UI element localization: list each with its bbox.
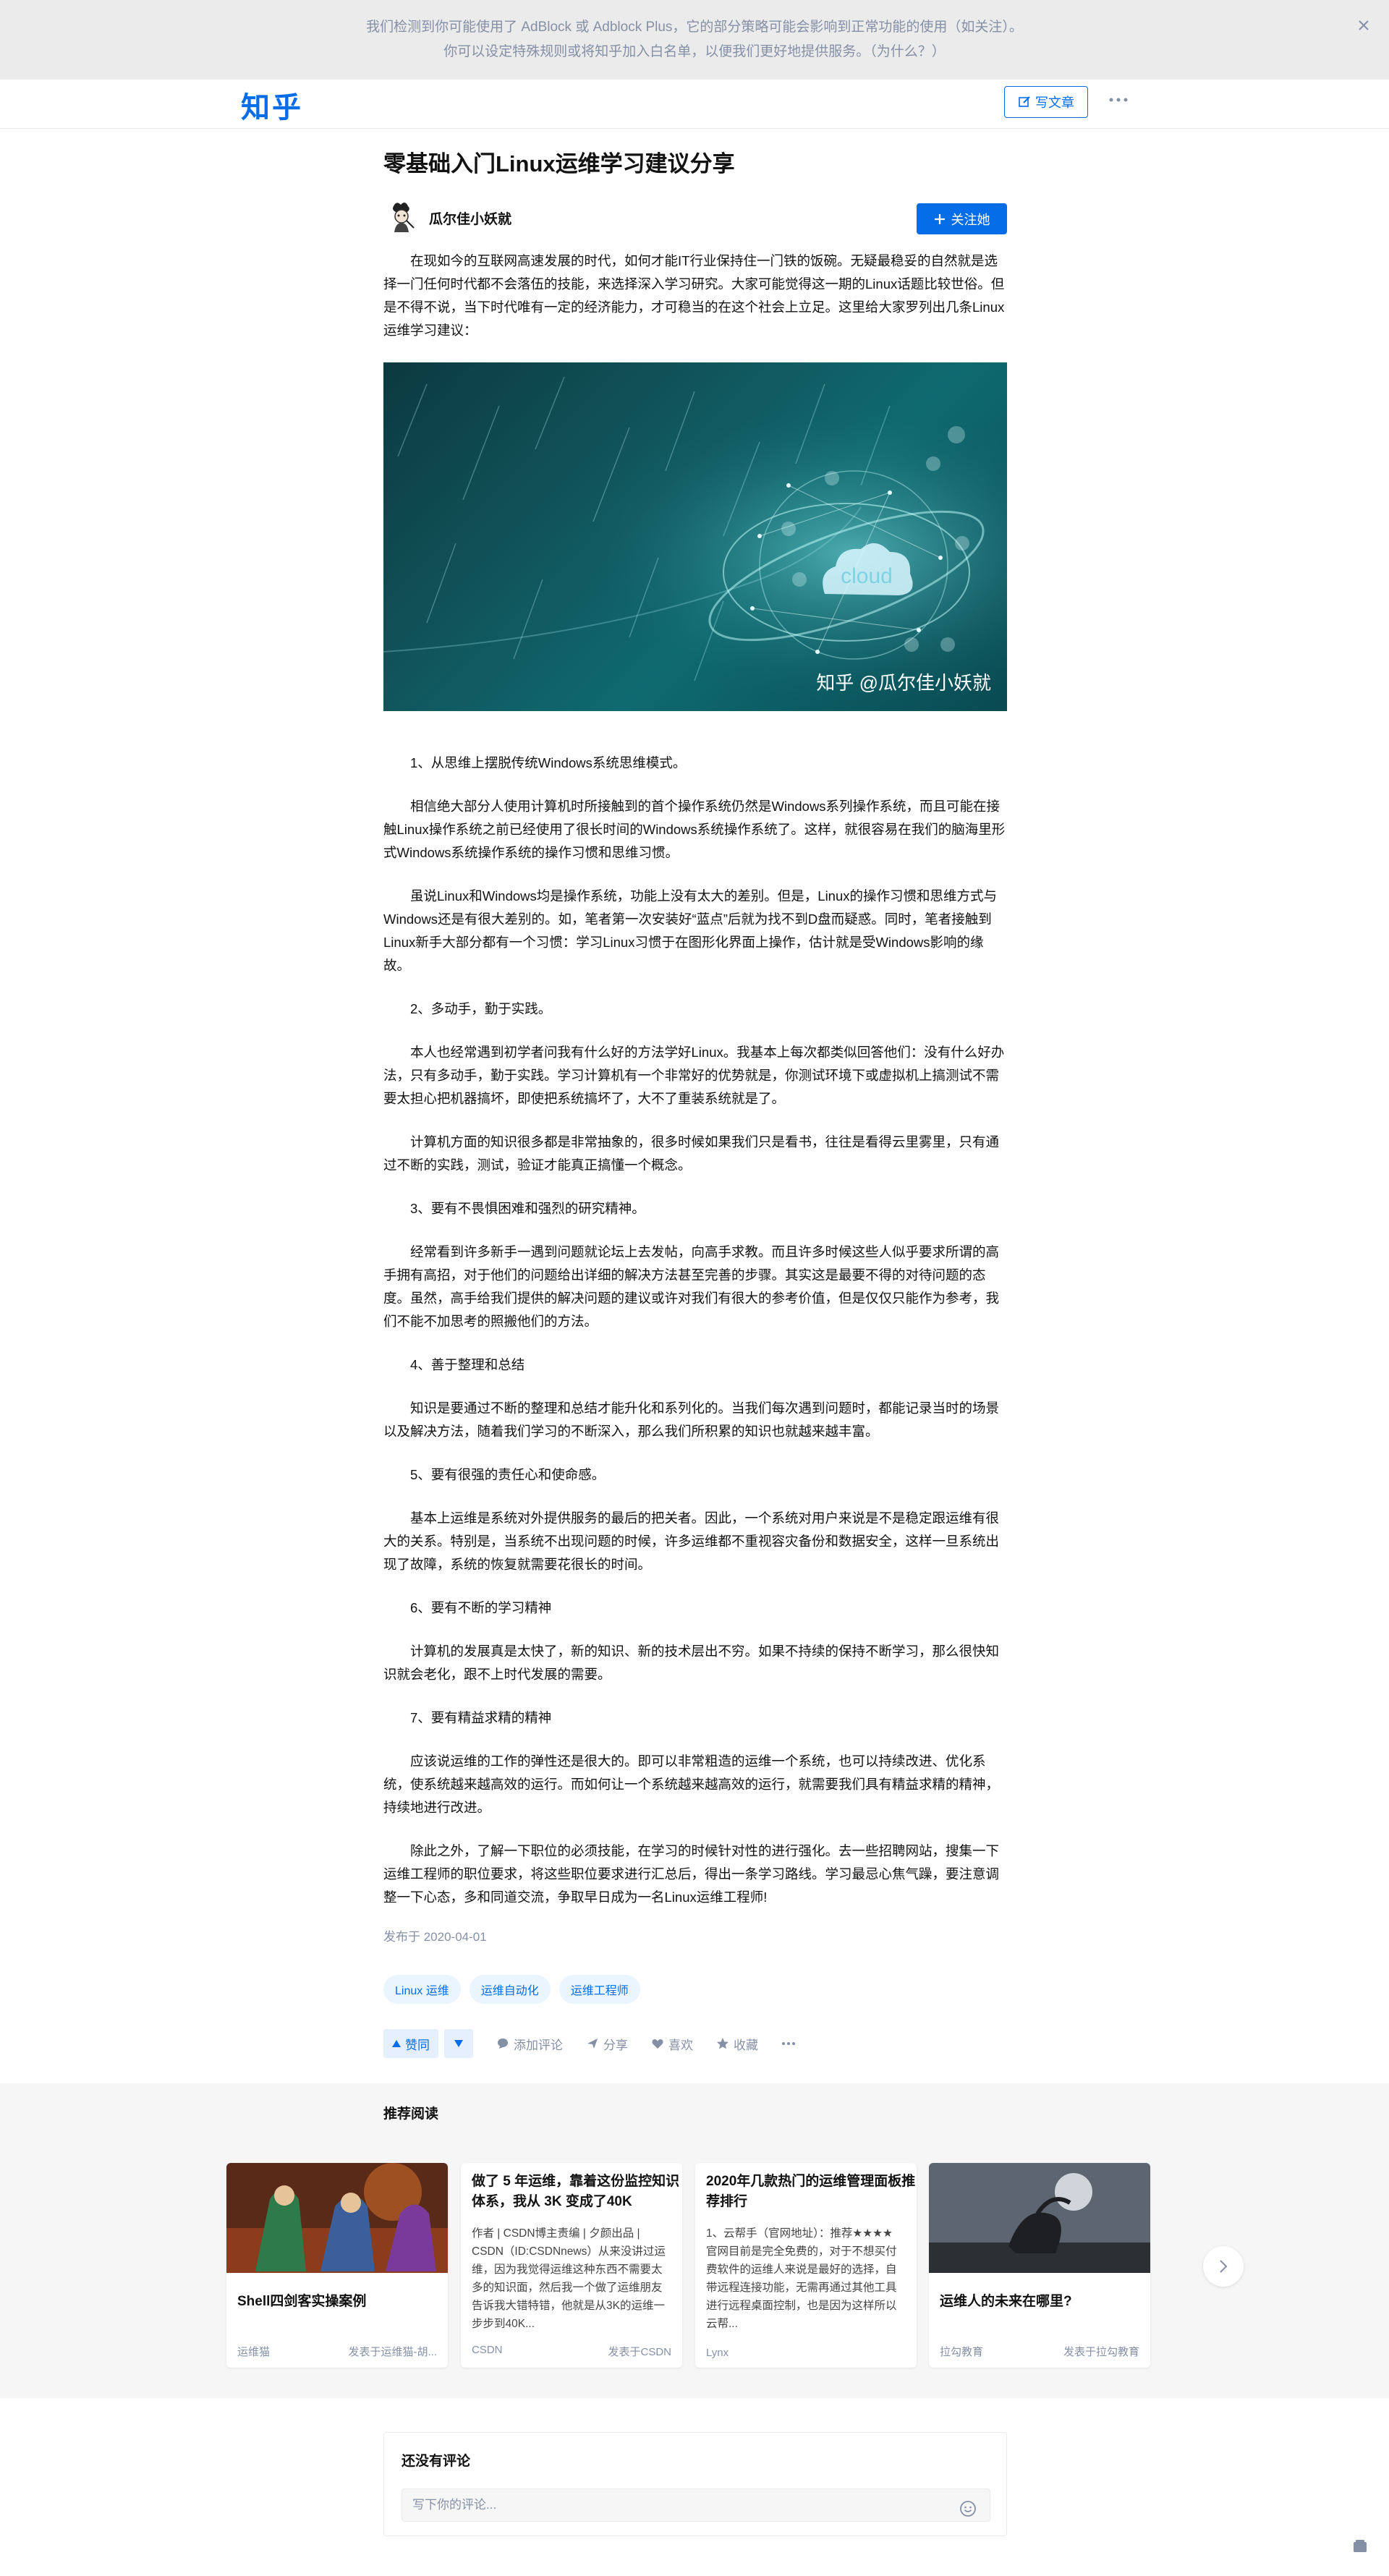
card-source: Lynx (706, 2347, 729, 2359)
card-published-in: 发表于运维猫-胡... (348, 2346, 438, 2358)
add-comment-label: 添加评论 (514, 2038, 563, 2052)
topic-tag[interactable]: 运维工程师 (558, 1975, 640, 2004)
collect-label: 收藏 (734, 2038, 758, 2052)
card-title: 做了 5 年运维，靠着这份监控知识体系，我从 3K 变成了40K (472, 2174, 680, 2209)
message-icon[interactable] (1348, 2535, 1372, 2558)
card-published-in: 发表于CSDN (608, 2346, 671, 2358)
collect-button[interactable]: 收藏 (716, 2035, 758, 2053)
card-image (929, 2163, 1150, 2273)
section-heading-4: 4、善于整理和总结 (410, 1357, 525, 1372)
follow-button[interactable]: 关注她 (917, 203, 1007, 234)
section-2-paragraph-a: 本人也经常遇到初学者问我有什么好的方法学好Linux。我基本上每次都类似回答他们… (383, 1045, 1005, 1106)
card-footer: Lynx (706, 2347, 906, 2359)
recommended-title: 推荐阅读 (383, 2107, 439, 2122)
close-icon[interactable] (1353, 14, 1375, 36)
card-image (226, 2163, 448, 2273)
share-icon (587, 2039, 598, 2049)
section-heading-5: 5、要有很强的责任心和使命感。 (410, 1467, 606, 1482)
intro-paragraph: 在现如今的互联网高速发展的时代，如何才能IT行业保持住一门铁的饭碗。无疑最稳妥的… (383, 253, 1005, 338)
chevron-right-icon (1220, 2260, 1228, 2273)
upvote-button[interactable]: 赞同 (383, 2029, 438, 2058)
upvote-label: 赞同 (405, 2038, 430, 2052)
section-1-paragraph-b: 虽说Linux和Windows均是操作系统，功能上没有太大的差别。但是，Linu… (383, 888, 998, 973)
like-label: 喜欢 (668, 2038, 693, 2052)
closing-paragraph: 除此之外，了解一下职位的必须技能，在学习的时候针对性的进行强化。去一些招聘网站，… (383, 1843, 1000, 1905)
triangle-up-icon (392, 2040, 401, 2047)
follow-label: 关注她 (951, 212, 990, 227)
section-heading-6: 6、要有不断的学习精神 (410, 1600, 552, 1615)
card-excerpt: 1、云帮手（官网地址）：推荐★★★★ 官网目前是完全免费的，对于不想买付费软件的… (706, 2227, 897, 2330)
recommend-card[interactable]: Shell四剑客实操案例 运维猫 发表于运维猫-胡... (226, 2163, 448, 2368)
topic-tag[interactable]: Linux 运维 (383, 1975, 461, 2004)
share-button[interactable]: 分享 (586, 2035, 628, 2053)
author-name[interactable]: 瓜尔佳小妖就 (429, 208, 511, 228)
card-source: 运维猫 (237, 2346, 271, 2358)
article: 零基础入门Linux运维学习建议分享 瓜尔佳小妖就 关注她 在现如今的互联网高速… (383, 129, 1007, 2059)
next-page-button[interactable] (1203, 2246, 1244, 2287)
card-source: 拉勾教育 (940, 2346, 984, 2358)
card-excerpt: 作者 | CSDN博主责编 | 夕颜出品 | CSDN（ID:CSDNnews）… (472, 2227, 666, 2330)
triangle-down-icon (454, 2040, 463, 2047)
article-hero-image: cloud 知乎 @瓜尔佳小妖就 (383, 362, 1007, 711)
adblock-banner: 我们检测到你可能使用了 AdBlock 或 Adblock Plus，它的部分策… (0, 0, 1389, 80)
publish-date: 发布于 2020-04-01 (383, 1930, 487, 1944)
topic-tags: Linux 运维 运维自动化 运维工程师 (383, 1975, 1007, 2004)
recommend-card[interactable]: 2020年几款热门的运维管理面板推荐排行 1、云帮手（官网地址）：推荐★★★★ … (695, 2163, 917, 2368)
article-title: 零基础入门Linux运维学习建议分享 (383, 151, 735, 177)
comment-section: 还没有评论 写下你的评论... (383, 2432, 1007, 2536)
action-bar: 赞同 添加评论 分享 喜欢 收藏 (383, 2028, 1007, 2059)
section-1-paragraph-a: 相信绝大部分人使用计算机时所接触到的首个操作系统仍然是Windows系列操作系统… (383, 799, 1006, 860)
section-3-paragraph: 经常看到许多新手一遇到问题就论坛上去发帖，向高手求教。而且许多时候这些人似乎要求… (383, 1244, 1000, 1329)
like-button[interactable]: 喜欢 (651, 2035, 693, 2053)
banner-line-2[interactable]: 你可以设定特殊规则或将知乎加入白名单，以便我们更好地提供服务。（为什么？） (0, 40, 1389, 64)
section-2-paragraph-b: 计算机方面的知识很多都是非常抽象的，很多时候如果我们只是看书，往往是看得云里雾里… (383, 1134, 1000, 1173)
section-heading-3: 3、要有不畏惧困难和强烈的研究精神。 (410, 1201, 645, 1216)
image-watermark: 知乎 @瓜尔佳小妖就 (816, 672, 991, 694)
add-comment-button[interactable]: 添加评论 (496, 2035, 563, 2053)
banner-line-1: 我们检测到你可能使用了 AdBlock 或 Adblock Plus，它的部分策… (366, 20, 1023, 35)
avatar[interactable] (383, 199, 420, 235)
comment-icon (498, 2039, 508, 2049)
comment-input[interactable]: 写下你的评论... (402, 2488, 990, 2522)
downvote-button[interactable] (444, 2029, 473, 2058)
top-header: 知乎 写文章 (0, 80, 1389, 129)
card-footer: CSDN 发表于CSDN (472, 2344, 671, 2359)
section-6-paragraph: 计算机的发展真是太快了，新的知识、新的技术层出不穷。如果不持续的保持不断学习，那… (383, 1644, 1000, 1682)
author-row: 瓜尔佳小妖就 关注她 (383, 184, 1007, 250)
card-published-in: 发表于拉勾教育 (1063, 2346, 1139, 2358)
write-article-label: 写文章 (1035, 95, 1074, 110)
comment-title: 还没有评论 (402, 2454, 471, 2469)
section-heading-7: 7、要有精益求精的精神 (410, 1710, 552, 1725)
section-heading-2: 2、多动手，勤于实践。 (410, 1001, 552, 1016)
edit-icon (1019, 96, 1030, 107)
heart-icon (652, 2039, 663, 2049)
section-7-paragraph: 应该说运维的工作的弹性还是很大的。即可以非常粗造的运维一个系统，也可以持续改进、… (383, 1754, 1000, 1815)
hero-cloud-word: cloud (841, 564, 893, 588)
star-icon (717, 2038, 729, 2049)
section-4-paragraph: 知识是要通过不断的整理和总结才能升化和系列化的。当我们每次遇到问题时，都能记录当… (383, 1400, 1000, 1439)
recommended-section: 推荐阅读 Shell四剑客实操案例 运维猫 发表于运维猫-胡... 做了 5 年… (0, 2083, 1389, 2398)
card-footer: 拉勾教育 发表于拉勾教育 (940, 2344, 1139, 2359)
card-footer: 运维猫 发表于运维猫-胡... (237, 2344, 437, 2359)
write-article-button[interactable]: 写文章 (1004, 86, 1088, 118)
card-title: 运维人的未来在哪里? (940, 2294, 1072, 2309)
zhihu-logo[interactable]: 知乎 (241, 84, 303, 126)
topic-tag[interactable]: 运维自动化 (469, 1975, 551, 2004)
card-title: 2020年几款热门的运维管理面板推荐排行 (706, 2174, 916, 2209)
more-actions-icon[interactable] (781, 2041, 796, 2046)
plus-icon (934, 213, 945, 224)
section-5-paragraph: 基本上运维是系统对外提供服务的最后的把关者。因此，一个系统对用户来说是不是稳定跟… (383, 1510, 1000, 1572)
recommend-card[interactable]: 做了 5 年运维，靠着这份监控知识体系，我从 3K 变成了40K 作者 | CS… (461, 2163, 682, 2368)
comment-placeholder: 写下你的评论... (412, 2498, 497, 2512)
card-title: Shell四剑客实操案例 (237, 2294, 367, 2309)
more-icon[interactable] (1107, 88, 1130, 111)
share-label: 分享 (603, 2038, 628, 2052)
emoji-icon[interactable] (959, 2498, 977, 2517)
section-heading-1: 1、从思维上摆脱传统Windows系统思维模式。 (410, 755, 687, 770)
recommend-card[interactable]: 运维人的未来在哪里? 拉勾教育 发表于拉勾教育 (929, 2163, 1150, 2368)
card-source: CSDN (472, 2344, 503, 2356)
